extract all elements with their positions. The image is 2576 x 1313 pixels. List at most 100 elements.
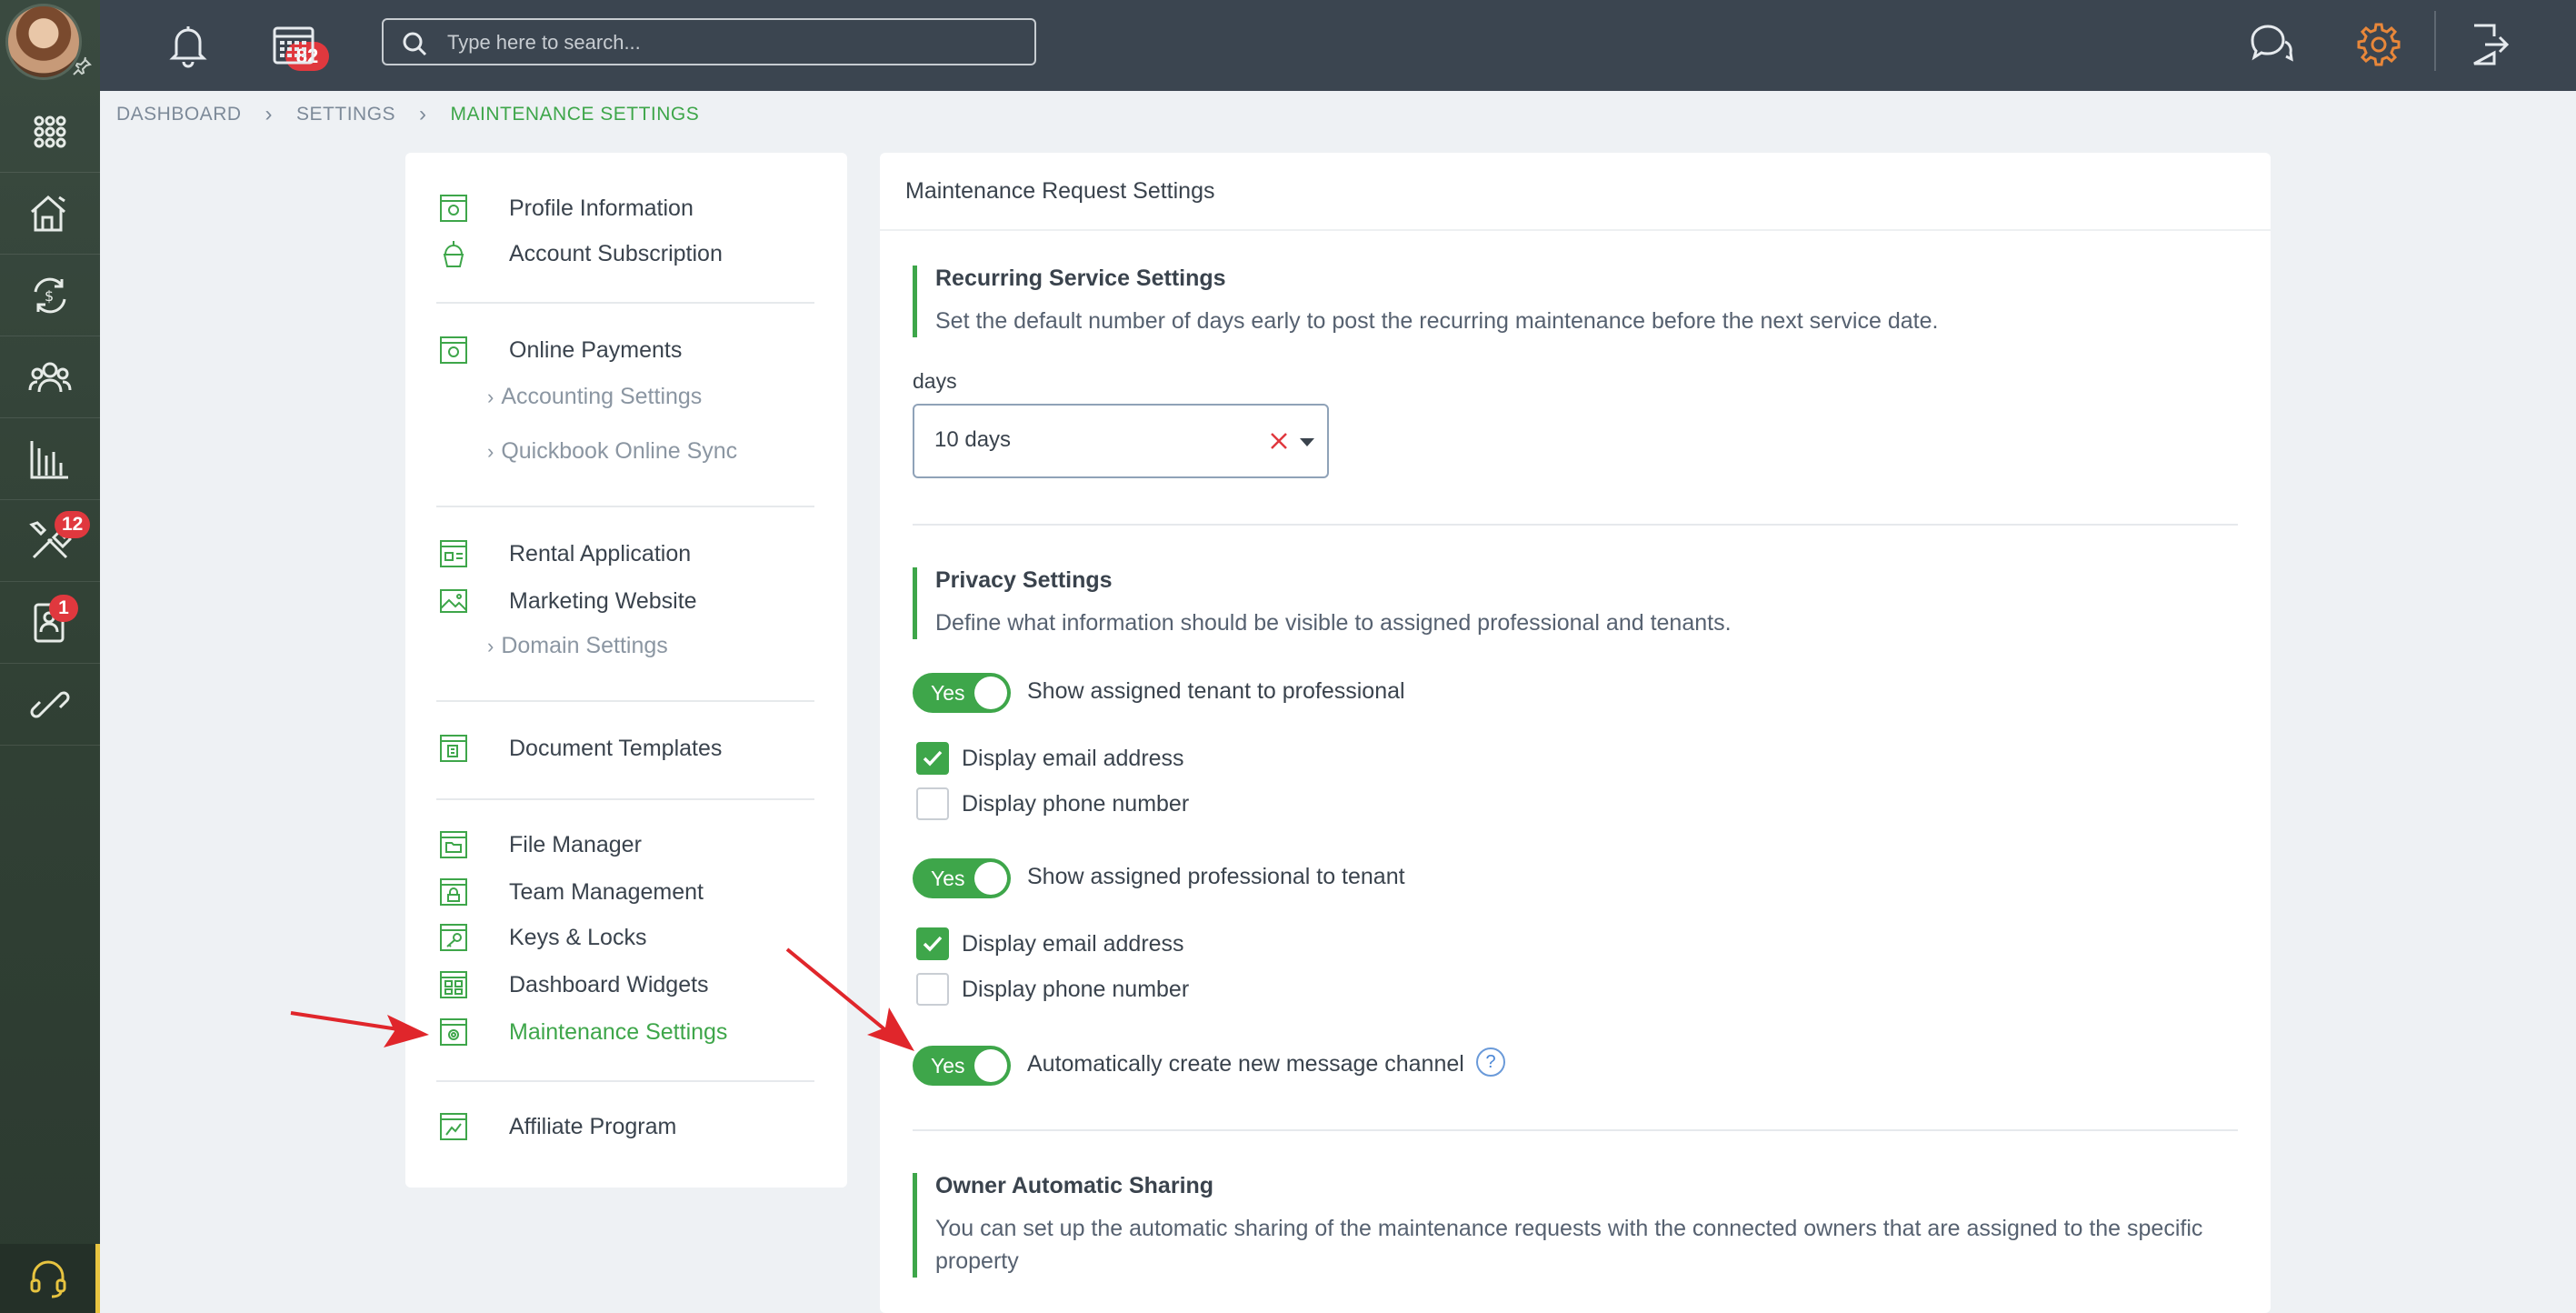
menu-subitem-domain[interactable]: › Domain Settings <box>487 633 668 659</box>
chevron-right-icon: › <box>487 634 494 657</box>
checkbox-tenant-email[interactable] <box>916 742 949 775</box>
menu-item-document-templates[interactable]: Document Templates <box>438 733 722 764</box>
rail-item-payments[interactable]: $ <box>0 255 100 336</box>
chevron-right-icon: › <box>487 439 494 463</box>
menu-subitem-accounting[interactable]: › Accounting Settings <box>487 384 702 410</box>
rail-item-properties[interactable] <box>0 173 100 255</box>
checkbox-professional-email[interactable] <box>916 927 949 960</box>
svg-text:$: $ <box>45 287 54 305</box>
rail-item-integrations[interactable] <box>0 664 100 746</box>
menu-item-team-management[interactable]: Team Management <box>438 877 704 907</box>
breadcrumb-dashboard[interactable]: DASHBOARD <box>116 104 242 125</box>
breadcrumb-settings[interactable]: SETTINGS <box>296 104 395 125</box>
breadcrumb: DASHBOARD › SETTINGS › MAINTENANCE SETTI… <box>116 102 699 127</box>
menu-item-profile[interactable]: Profile Information <box>438 193 694 224</box>
left-rail: $ 12 1 <box>0 0 100 1313</box>
days-select[interactable]: 10 days <box>913 404 1329 478</box>
section-divider <box>913 524 2238 526</box>
panel-header-divider <box>880 229 2271 231</box>
gear-icon[interactable] <box>2354 20 2403 69</box>
search-box[interactable] <box>382 18 1036 65</box>
toggle-show-professional-to-tenant[interactable]: Yes <box>913 858 1011 898</box>
image-icon <box>440 589 467 613</box>
rail-item-tenant-screening[interactable]: 1 <box>0 582 100 664</box>
menu-label: Keys & Locks <box>509 924 647 950</box>
toggle-knob <box>974 862 1007 895</box>
checkbox-tenant-phone[interactable] <box>916 787 949 820</box>
toggle-state: Yes <box>931 681 965 705</box>
menu-divider <box>436 1080 814 1082</box>
section-title: Privacy Settings <box>935 567 1113 593</box>
logout-icon[interactable] <box>2463 20 2512 69</box>
section-divider <box>913 1129 2238 1131</box>
rail-item-maintenance[interactable]: 12 <box>0 500 100 582</box>
checkbox-label: Display phone number <box>962 977 1190 1002</box>
privacy-settings-section: Privacy Settings Define what information… <box>913 567 1732 639</box>
cupcake-icon <box>443 241 464 267</box>
menu-label: Profile Information <box>509 195 694 221</box>
team-icon <box>440 878 467 906</box>
checkbox-professional-phone[interactable] <box>916 973 949 1006</box>
bell-icon[interactable] <box>164 20 213 69</box>
pin-icon[interactable] <box>71 56 93 78</box>
menu-item-keys-locks[interactable]: Keys & Locks <box>438 922 646 953</box>
support-button[interactable] <box>0 1244 100 1313</box>
rail-item-reports[interactable] <box>0 418 100 500</box>
help-question-icon[interactable]: ? <box>1476 1047 1505 1077</box>
menu-item-online-payments[interactable]: Online Payments <box>438 335 682 366</box>
rail-item-apps[interactable] <box>0 91 100 173</box>
rental-application-icon <box>440 540 467 567</box>
menu-sublabel: Domain Settings <box>501 633 668 658</box>
breadcrumb-current: MAINTENANCE SETTINGS <box>450 104 700 125</box>
menu-sublabel: Quickbook Online Sync <box>501 438 738 464</box>
key-icon <box>440 924 467 951</box>
menu-sublabel: Accounting Settings <box>501 384 703 409</box>
contacts-icon <box>28 362 72 392</box>
search-input[interactable] <box>447 27 1011 58</box>
maintenance-settings-panel: Maintenance Request Settings Recurring S… <box>880 153 2271 1313</box>
menu-item-file-manager[interactable]: File Manager <box>438 829 642 860</box>
widgets-icon <box>440 971 467 998</box>
toggle-show-tenant-to-professional[interactable]: Yes <box>913 673 1011 713</box>
annotation-arrow-icon <box>785 947 914 1051</box>
chevron-down-icon[interactable] <box>1300 438 1314 446</box>
folder-icon <box>440 831 467 858</box>
menu-subitem-quickbook[interactable]: › Quickbook Online Sync <box>487 438 737 465</box>
menu-item-marketing-website[interactable]: Marketing Website <box>438 586 697 616</box>
menu-label: Marketing Website <box>509 587 697 614</box>
profile-card-icon <box>440 195 467 222</box>
checkbox-label: Display email address <box>962 931 1184 957</box>
menu-item-maintenance-settings[interactable]: Maintenance Settings <box>438 1017 727 1047</box>
topbar-separator <box>2434 11 2436 71</box>
menu-item-affiliate-program[interactable]: Affiliate Program <box>438 1111 676 1142</box>
menu-label: Maintenance Settings <box>509 1018 728 1045</box>
section-title: Recurring Service Settings <box>935 266 1226 291</box>
tenant-screening-badge: 1 <box>49 595 78 622</box>
clear-x-icon[interactable] <box>1269 431 1289 451</box>
menu-item-dashboard-widgets[interactable]: Dashboard Widgets <box>438 969 709 1000</box>
menu-divider <box>436 302 814 304</box>
section-description: Define what information should be visibl… <box>935 610 1732 636</box>
menu-label: File Manager <box>509 831 642 857</box>
checkmark-icon <box>923 750 943 767</box>
chat-icon[interactable] <box>2245 20 2294 69</box>
checkbox-label: Display email address <box>962 746 1184 771</box>
menu-item-subscription[interactable]: Account Subscription <box>438 238 723 269</box>
maintenance-settings-icon <box>440 1018 467 1046</box>
toggle-state: Yes <box>931 867 965 890</box>
menu-divider <box>436 798 814 800</box>
toggle-auto-message-channel[interactable]: Yes <box>913 1046 1011 1086</box>
payment-settings-icon <box>440 336 467 364</box>
section-description: Set the default number of days early to … <box>935 308 1939 334</box>
maintenance-badge: 12 <box>55 511 91 538</box>
toggle-label: Show assigned professional to tenant <box>1027 864 1405 889</box>
rail-item-contacts[interactable] <box>0 336 100 418</box>
search-icon <box>403 32 427 56</box>
recurring-service-section: Recurring Service Settings Set the defau… <box>913 266 1938 337</box>
menu-item-rental-application[interactable]: Rental Application <box>438 538 691 569</box>
section-title: Owner Automatic Sharing <box>935 1173 1214 1198</box>
menu-label: Rental Application <box>509 540 692 566</box>
checkmark-icon <box>923 936 943 952</box>
menu-label: Team Management <box>509 878 704 905</box>
calendar-icon[interactable] <box>269 20 318 69</box>
